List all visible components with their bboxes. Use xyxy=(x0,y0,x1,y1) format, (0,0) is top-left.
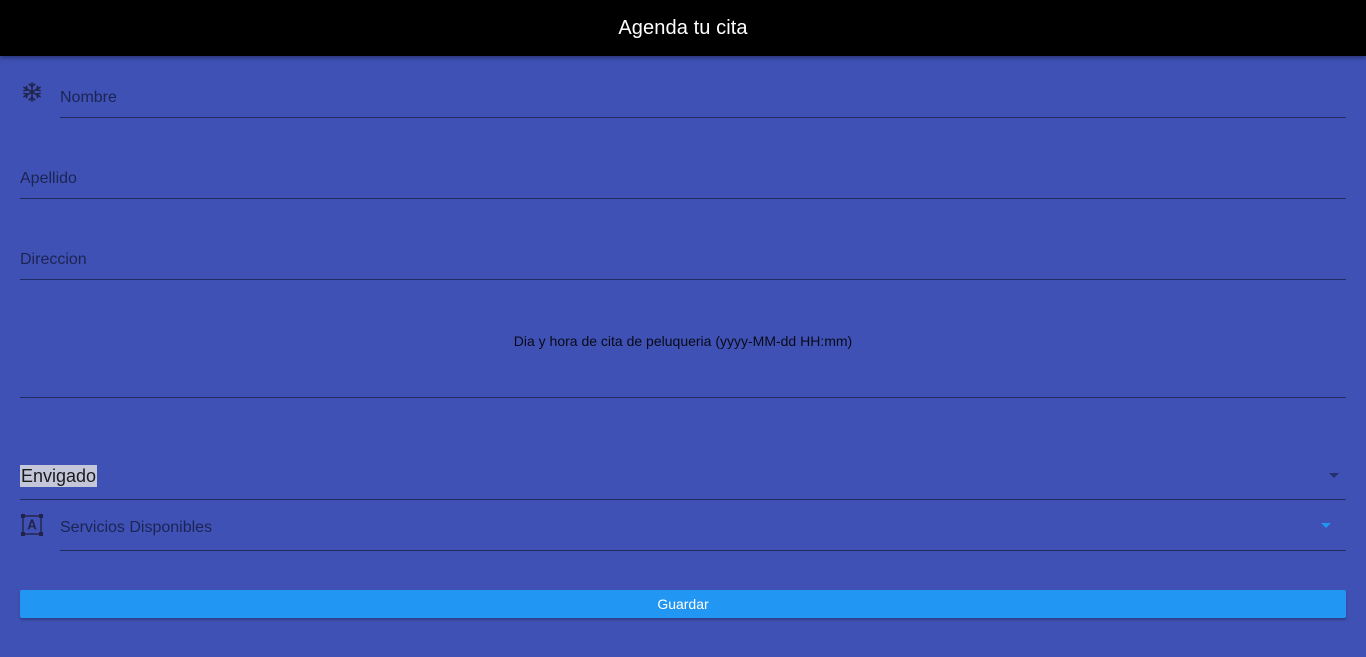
direccion-field[interactable] xyxy=(20,240,1346,280)
services-input[interactable] xyxy=(60,505,1346,550)
datetime-field[interactable] xyxy=(20,300,1346,398)
apellido-field[interactable] xyxy=(20,159,1346,199)
apellido-input[interactable] xyxy=(20,159,1346,198)
nombre-input[interactable] xyxy=(60,78,1346,117)
datetime-label: Dia y hora de cita de peluqueria (yyyy-M… xyxy=(513,333,853,349)
direccion-input[interactable] xyxy=(20,240,1346,279)
app-bar: Agenda tu cita xyxy=(0,0,1366,56)
services-dropdown[interactable] xyxy=(60,505,1346,551)
nombre-field[interactable] xyxy=(60,78,1346,118)
text-box-icon xyxy=(20,513,44,537)
city-dropdown[interactable] xyxy=(20,455,1346,500)
chevron-down-icon[interactable] xyxy=(1321,523,1331,528)
save-button[interactable]: Guardar xyxy=(20,590,1346,618)
page-title: Agenda tu cita xyxy=(618,16,748,39)
snowflake-icon xyxy=(20,80,44,104)
chevron-down-icon[interactable] xyxy=(1329,473,1339,478)
city-selected-value[interactable]: Envigado xyxy=(20,465,98,487)
